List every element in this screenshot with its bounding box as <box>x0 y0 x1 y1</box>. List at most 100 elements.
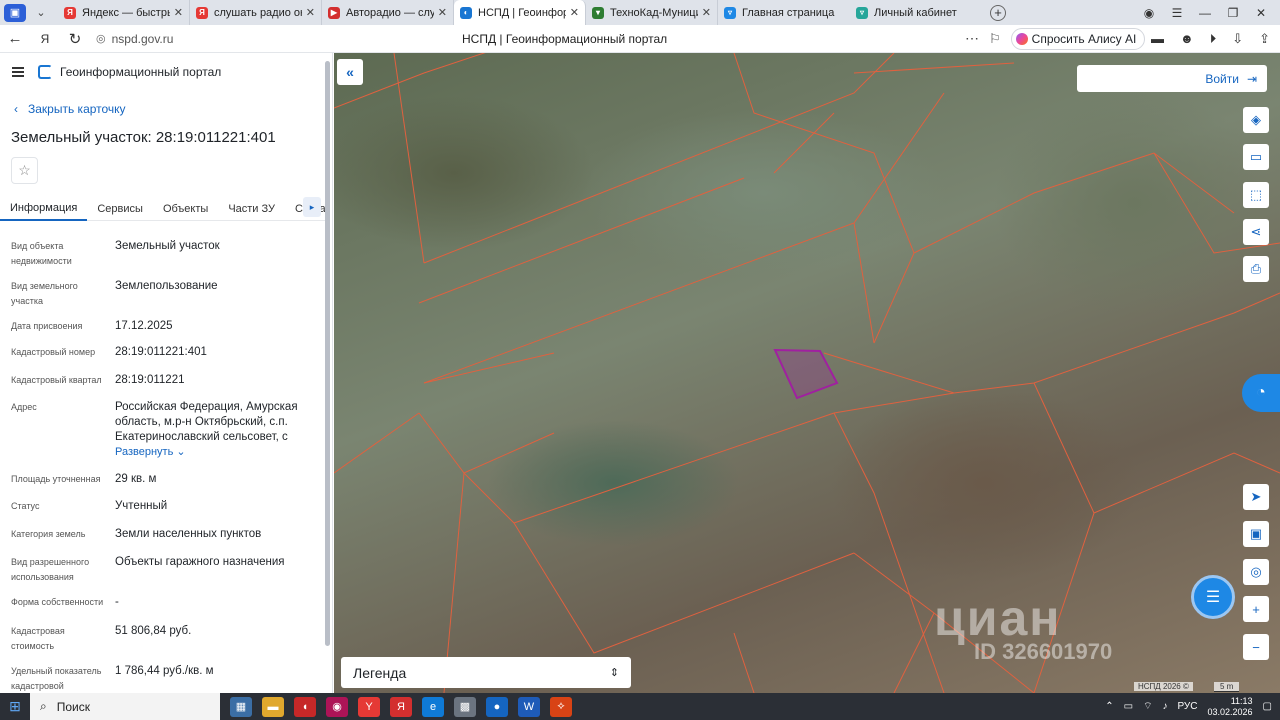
media-icon[interactable]: ⏵ <box>1210 31 1217 47</box>
property-value-text: 51 806,84 руб. <box>115 625 192 637</box>
alice-button[interactable]: Спросить Алису AI <box>1010 27 1146 50</box>
edge-icon[interactable]: e <box>422 696 444 717</box>
browser-tab[interactable]: ▿ Главная страница <box>718 0 850 25</box>
locate-icon[interactable]: ➤ <box>1243 484 1269 510</box>
reload-icon[interactable]: ↻ <box>60 30 90 48</box>
map-view[interactable]: циан ID 326601970 « Войти ⇥ ◈ ▭ ⬚ ⋖ ⎙ ◔ … <box>334 53 1280 693</box>
close-window-icon[interactable]: ✕ <box>1254 6 1268 20</box>
tabs-dropdown-icon[interactable]: ⌄ <box>30 4 52 22</box>
property-value-text: 17.12.2025 <box>115 320 173 332</box>
lock-icon: ◎ <box>96 33 106 45</box>
browser-tab[interactable]: ◐ НСПД | Геоинформацион ✕ <box>454 0 586 25</box>
restore-icon[interactable]: ❐ <box>1226 6 1240 20</box>
parcel-boundary <box>513 522 855 654</box>
parcel-boundary <box>418 177 745 304</box>
app-icon-photo[interactable]: ▩ <box>454 696 476 717</box>
share-map-icon[interactable]: ⋖ <box>1243 219 1269 245</box>
favorite-star-icon[interactable]: ☆ <box>11 157 38 184</box>
tray-chevron-icon[interactable]: ⌃ <box>1105 701 1113 712</box>
word-icon[interactable]: W <box>518 696 540 717</box>
property-value-text: 28:19:011221:401 <box>115 346 207 358</box>
yandex-app-icon[interactable]: Я <box>390 696 412 717</box>
tab-services[interactable]: Сервисы <box>87 197 153 221</box>
login-button[interactable]: Войти ⇥ <box>1077 65 1267 92</box>
parcel-boundary <box>393 53 425 264</box>
close-card-link[interactable]: ‹ Закрыть карточку <box>14 102 126 116</box>
map-scale: 5 m <box>1214 682 1240 692</box>
task-view-icon[interactable]: ▦ <box>230 696 252 717</box>
extension2-icon[interactable]: ☻ <box>1180 31 1194 47</box>
tab-close-icon[interactable]: ✕ <box>174 6 183 19</box>
app-logo[interactable]: Геоинформационный портал <box>38 65 221 79</box>
new-tab-button[interactable]: + <box>990 4 1006 21</box>
tray-app-icon[interactable]: ▭ <box>1124 701 1133 712</box>
map-credit: НСПД 2026 © <box>1134 682 1193 691</box>
bookmark-icon[interactable]: ⚐ <box>989 31 1001 47</box>
browser-menu-icon[interactable]: ▣ <box>4 3 26 22</box>
property-value: Учтенный <box>115 499 315 514</box>
clock[interactable]: 11:13 03.02.2026 <box>1208 696 1253 718</box>
tab-close-icon[interactable]: ✕ <box>702 6 711 19</box>
tab-close-icon[interactable]: ✕ <box>570 6 579 19</box>
property-label: Адрес <box>11 402 37 412</box>
assistant-badge-icon[interactable]: ◔ <box>1242 374 1280 412</box>
tab-parts[interactable]: Части ЗУ <box>218 197 285 221</box>
zoom-in-button[interactable]: + <box>1243 596 1269 622</box>
app-icon-red[interactable]: ◖ <box>294 696 316 717</box>
profile-icon[interactable]: ◉ <box>1142 6 1156 20</box>
downloads-icon[interactable]: ⇩ <box>1232 31 1243 47</box>
browser-tab[interactable]: Яслушать радио онлайн — ✕ <box>190 0 322 25</box>
print-icon[interactable]: ⎙ <box>1243 256 1269 282</box>
taskbar-search[interactable]: ⌕ Поиск <box>30 693 220 720</box>
menu-icon[interactable] <box>12 67 24 77</box>
browser-tab[interactable]: ▶ Авторадио — слушать ✕ <box>322 0 454 25</box>
app-icon-pink[interactable]: ◉ <box>326 696 348 717</box>
property-label: Форма собственности <box>11 597 104 607</box>
app-icon-orange[interactable]: ⟡ <box>550 696 572 717</box>
minimap-icon[interactable]: ▣ <box>1243 521 1269 547</box>
expand-address-link[interactable]: Развернуть ⌄ <box>115 445 315 460</box>
browser-tab[interactable]: ▿ Личный кабинет <box>850 0 982 25</box>
minimize-icon[interactable]: — <box>1198 6 1212 20</box>
login-icon: ⇥ <box>1246 71 1257 86</box>
notifications-icon[interactable]: ▢ <box>1263 701 1272 712</box>
bookmarks-icon[interactable]: ☰ <box>1170 6 1184 20</box>
windows-start-icon[interactable]: ⊞ <box>0 698 30 715</box>
browser-tab[interactable]: ▾ ТехноКад-Муниципалите ✕ <box>586 0 718 25</box>
collapse-panel-icon[interactable]: « <box>337 59 363 85</box>
geolocation-icon[interactable]: ◎ <box>1243 559 1269 585</box>
property-value: 28:19:011221 <box>115 373 315 388</box>
tab-title: Главная страница <box>742 6 835 19</box>
parcel-boundary <box>423 352 555 384</box>
property-label: Удельный показатель кадастровой <box>11 666 102 691</box>
yandex-icon[interactable]: Я <box>30 32 60 46</box>
legend-dropdown[interactable]: Легенда ⇕ <box>341 657 631 688</box>
share-icon[interactable]: ⇪ <box>1259 31 1270 47</box>
layers-icon[interactable]: ◈ <box>1243 107 1269 133</box>
legend-label: Легенда <box>353 664 407 681</box>
more-icon[interactable]: ⋯ <box>965 30 979 47</box>
parcel-boundary <box>953 292 1280 394</box>
app-icon-blue[interactable]: ● <box>486 696 508 717</box>
tabs-scroll-right-icon[interactable]: ▸ <box>303 197 321 217</box>
volume-icon[interactable]: ♪ <box>1162 701 1167 712</box>
ruler-icon[interactable]: ▭ <box>1243 144 1269 170</box>
network-icon[interactable]: ⌔ <box>1143 700 1152 713</box>
tab-objects[interactable]: Объекты <box>153 197 218 221</box>
file-explorer-icon[interactable]: ▬ <box>262 696 284 717</box>
tab-close-icon[interactable]: ✕ <box>438 6 447 19</box>
url-field[interactable]: ◎ nspd.gov.ru <box>96 32 173 46</box>
chevron-left-icon: ‹ <box>14 102 18 116</box>
browser-tab[interactable]: Я Яндекс — быстрый поиск ✕ <box>58 0 190 25</box>
back-icon[interactable]: ← <box>0 30 30 47</box>
tab-close-icon[interactable]: ✕ <box>306 6 315 19</box>
select-area-icon[interactable]: ⬚ <box>1243 182 1269 208</box>
yandex-browser-icon[interactable]: Y <box>358 696 380 717</box>
zoom-out-button[interactable]: − <box>1243 634 1269 660</box>
card-tabs: Информация Сервисы Объекты Части ЗУ Сост… <box>0 197 326 221</box>
panel-scrollbar[interactable] <box>325 61 330 646</box>
tab-info[interactable]: Информация <box>0 197 88 221</box>
chat-icon[interactable]: ☰ <box>1191 575 1235 619</box>
language-indicator[interactable]: РУС <box>1177 701 1197 712</box>
extension-icon[interactable]: ▬ <box>1151 31 1164 47</box>
